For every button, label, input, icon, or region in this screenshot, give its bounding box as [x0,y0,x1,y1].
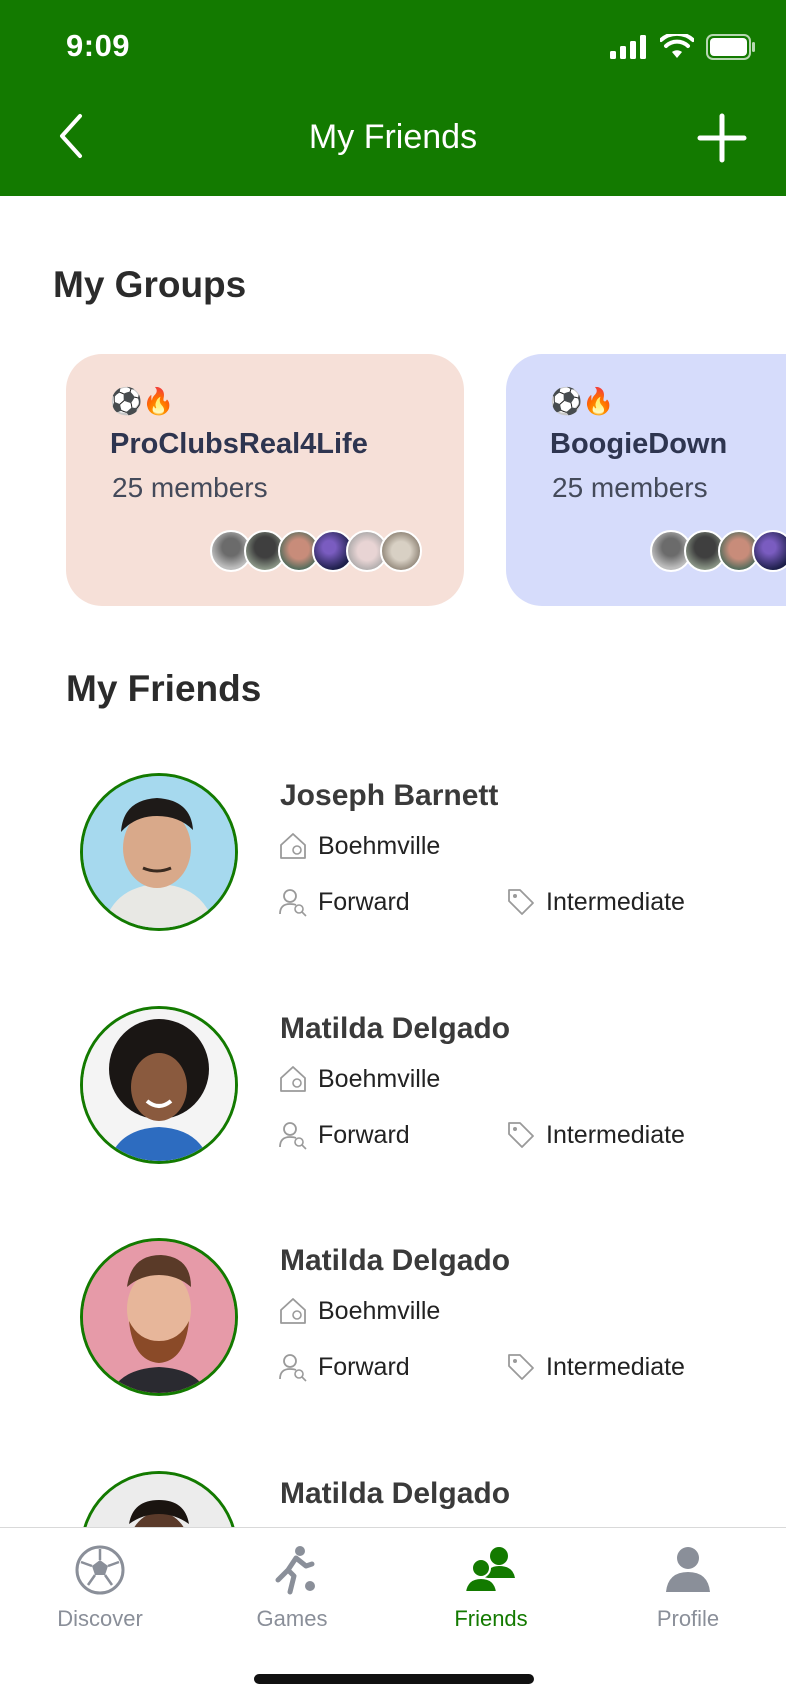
member-avatar-stack [650,530,786,572]
tab-games[interactable]: Games [222,1544,362,1632]
group-emoji: ⚽🔥 [110,386,175,416]
friend-position-text: Forward [318,887,410,916]
group-card[interactable]: ⚽🔥 BoogieDown 25 members [506,354,786,606]
status-time: 9:09 [66,28,131,63]
tag-icon [508,1122,534,1148]
friend-name: Matilda Delgado [280,1244,511,1277]
wifi-icon [660,34,694,58]
friend-location-text: Boehmville [318,1064,441,1093]
groups-carousel[interactable]: ⚽🔥 ProClubsReal4Life 25 members ⚽🔥 Boogi… [0,354,786,609]
tab-label: Discover [57,1606,143,1631]
member-avatar [752,530,786,572]
group-name: ProClubsReal4Life [110,428,368,460]
friend-position-text: Forward [318,1120,410,1149]
tab-profile[interactable]: Profile [618,1544,758,1632]
avatar-photo [83,1241,235,1393]
tab-label: Friends [454,1606,528,1631]
battery-icon [706,34,755,60]
member-avatar-stack [210,530,422,572]
friends-icon [465,1547,515,1593]
home-indicator[interactable] [254,1674,534,1684]
signal-icon [610,35,646,59]
friend-level: Intermediate [506,1352,685,1382]
group-emoji: ⚽🔥 [550,386,615,416]
avatar-photo [83,776,235,928]
friend-position: Forward [278,887,410,917]
profile-icon [666,1547,710,1592]
friend-location-text: Boehmville [318,831,441,860]
tab-discover[interactable]: Discover [30,1544,170,1632]
group-card[interactable]: ⚽🔥 ProClubsReal4Life 25 members [66,354,464,606]
tab-friends[interactable]: Friends [421,1544,561,1632]
user-search-icon [279,1122,307,1150]
tag-icon [508,1354,534,1380]
user-search-icon [279,1354,307,1382]
friend-level: Intermediate [506,887,685,917]
member-avatar [380,530,422,572]
tab-label: Profile [656,1606,720,1631]
add-button[interactable] [694,110,750,166]
friend-name: Joseph Barnett [280,779,499,812]
friend-location: Boehmville [278,1296,440,1326]
friend-position: Forward [278,1120,410,1150]
tag-icon [508,889,534,915]
friend-location-text: Boehmville [318,1296,441,1325]
friend-name: Matilda Delgado [280,1477,511,1510]
user-search-icon [279,889,307,917]
home-location-icon [280,1066,306,1092]
friend-location: Boehmville [278,1064,440,1094]
friend-row[interactable]: Matilda Delgado Boehmville Forward Inter… [0,1006,786,1196]
player-kick-icon [275,1546,315,1595]
home-location-icon [280,1298,306,1324]
soccer-ball-icon [75,1545,125,1595]
page-title: My Friends [308,118,478,156]
friend-position-text: Forward [318,1352,410,1381]
friend-level-text: Intermediate [546,887,685,916]
avatar-photo [83,1009,235,1161]
group-name: BoogieDown [550,428,728,460]
tab-label: Games [256,1606,328,1631]
friend-name: Matilda Delgado [280,1012,511,1045]
home-location-icon [280,833,306,859]
friend-avatar [80,773,238,931]
group-member-count: 25 members [552,472,708,503]
friend-row[interactable]: Matilda Delgado Boehmville Forward Inter… [0,1238,786,1428]
friend-level: Intermediate [506,1120,685,1150]
friend-avatar [80,1006,238,1164]
plus-icon [697,113,747,163]
friend-avatar [80,1238,238,1396]
friends-section-title: My Friends [66,668,262,709]
friend-position: Forward [278,1352,410,1382]
friend-level-text: Intermediate [546,1120,685,1149]
friend-row[interactable]: Joseph Barnett Boehmville Forward Interm… [0,773,786,963]
groups-section-title: My Groups [53,264,247,305]
group-member-count: 25 members [112,472,268,503]
app-header: 9:09 My Friends [0,0,786,196]
friend-location: Boehmville [278,831,440,861]
status-icons [610,34,756,60]
friend-level-text: Intermediate [546,1352,685,1381]
